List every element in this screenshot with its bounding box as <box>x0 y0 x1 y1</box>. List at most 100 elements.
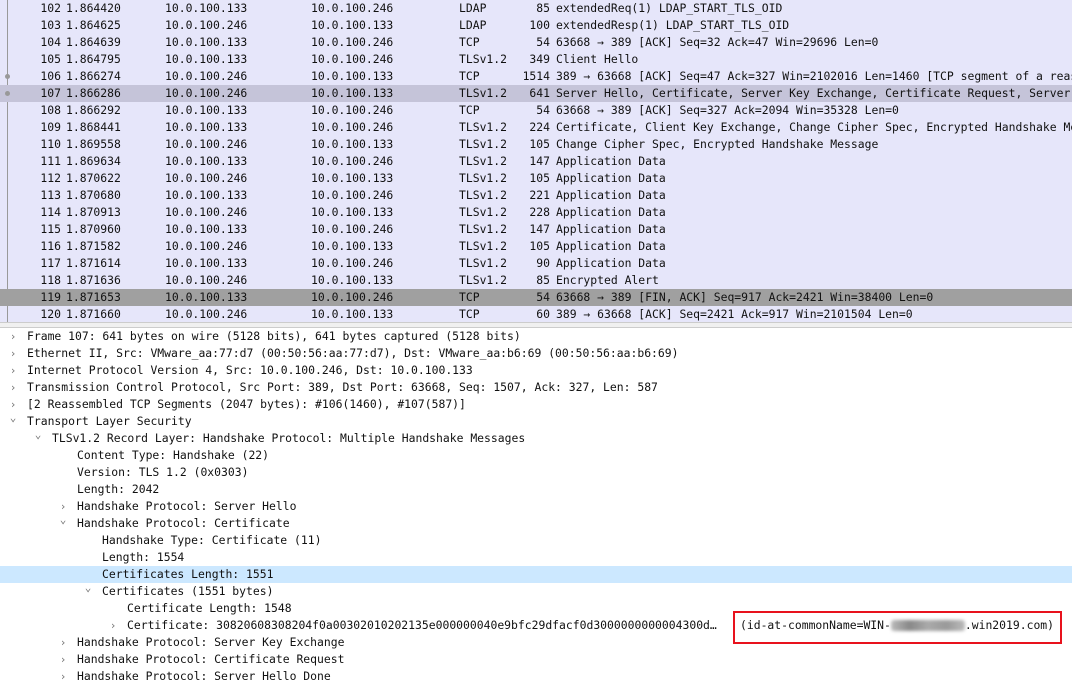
packet-src: 10.0.100.246 <box>165 171 248 185</box>
chevron-down-icon[interactable]: ⌄ <box>32 429 44 440</box>
tree-item[interactable]: › [2 Reassembled TCP Segments (2047 bytes… <box>0 396 1072 413</box>
packet-time: 1.871660 <box>66 307 121 321</box>
packet-dst: 10.0.100.133 <box>311 18 394 32</box>
packet-dst: 10.0.100.133 <box>311 137 394 151</box>
packet-info: 389 → 63668 [ACK] Seq=47 Ack=327 Win=210… <box>556 69 1072 83</box>
packet-src: 10.0.100.246 <box>165 239 248 253</box>
packet-row[interactable]: 109 1.868441 10.0.100.133 10.0.100.246 TLSv1… <box>0 119 1072 136</box>
packet-dst: 10.0.100.246 <box>311 154 394 168</box>
packet-len: 147 <box>529 154 550 168</box>
packet-row[interactable]: 111 1.869634 10.0.100.133 10.0.100.246 TLSv1… <box>0 153 1072 170</box>
packet-row[interactable]: 118 1.871636 10.0.100.246 10.0.100.133 TLSv1… <box>0 272 1072 289</box>
chevron-right-icon[interactable]: › <box>7 328 19 345</box>
tree-item[interactable]: ⌄ Handshake Protocol: Certificate <box>0 514 1072 532</box>
chevron-right-icon[interactable]: › <box>107 617 119 634</box>
packet-time: 1.864639 <box>66 35 121 49</box>
packet-no: 104 <box>40 35 61 49</box>
tree-item[interactable]: Certificates Length: 1551 <box>0 566 1072 583</box>
tree-item[interactable]: › Transmission Control Protocol, Src Port… <box>0 379 1072 396</box>
tree-item-label: Handshake Protocol: Server Key Exchange <box>77 635 345 649</box>
tree-item[interactable]: ⌄ Transport Layer Security <box>0 412 1072 430</box>
chevron-right-icon[interactable]: › <box>57 634 69 651</box>
packet-len: 147 <box>529 222 550 236</box>
packet-time: 1.870913 <box>66 205 121 219</box>
tree-item-label: Version: TLS 1.2 (0x0303) <box>77 465 249 479</box>
chevron-down-icon[interactable]: ⌄ <box>82 582 94 593</box>
packet-list[interactable]: 102 1.864420 10.0.100.133 10.0.100.246 LDAP 8… <box>0 0 1072 322</box>
tree-item-label: Handshake Protocol: Certificate Request <box>77 652 345 666</box>
annotation-highlight-box <box>733 611 1062 644</box>
packet-row[interactable]: 106 1.866274 10.0.100.246 10.0.100.133 TCP 15… <box>0 68 1072 85</box>
packet-row[interactable]: 112 1.870622 10.0.100.246 10.0.100.133 TLSv1… <box>0 170 1072 187</box>
packet-no: 106 <box>40 69 61 83</box>
tree-item-label: Internet Protocol Version 4, Src: 10.0.1… <box>27 363 473 377</box>
tree-item[interactable]: Length: 2042 <box>0 481 1072 498</box>
chevron-right-icon[interactable]: › <box>7 345 19 362</box>
tree-item-label: Handshake Protocol: Server Hello <box>77 499 297 513</box>
packet-time: 1.866286 <box>66 86 121 100</box>
packet-no: 114 <box>40 205 61 219</box>
packet-info: 63668 → 389 [ACK] Seq=32 Ack=47 Win=2969… <box>556 35 879 49</box>
tree-item[interactable]: Content Type: Handshake (22) <box>0 447 1072 464</box>
chevron-down-icon[interactable]: ⌄ <box>57 514 69 525</box>
packet-src: 10.0.100.133 <box>165 290 248 304</box>
packet-row[interactable]: 120 1.871660 10.0.100.246 10.0.100.133 TCP 60… <box>0 306 1072 322</box>
packet-src: 10.0.100.133 <box>165 120 248 134</box>
tree-item-label: Length: 1554 <box>102 550 185 564</box>
packet-no: 112 <box>40 171 61 185</box>
packet-dst: 10.0.100.133 <box>311 307 394 321</box>
packet-row[interactable]: 103 1.864625 10.0.100.246 10.0.100.133 LDAP 1… <box>0 17 1072 34</box>
chevron-right-icon[interactable]: › <box>7 362 19 379</box>
packet-proto: LDAP <box>459 1 487 15</box>
packet-row[interactable]: 102 1.864420 10.0.100.133 10.0.100.246 LDAP 8… <box>0 0 1072 17</box>
tree-item[interactable]: Handshake Type: Certificate (11) <box>0 532 1072 549</box>
packet-info: Client Hello <box>556 52 639 66</box>
packet-row[interactable]: 110 1.869558 10.0.100.246 10.0.100.133 TLSv1… <box>0 136 1072 153</box>
chevron-right-icon[interactable]: › <box>57 651 69 668</box>
packet-row[interactable]: 104 1.864639 10.0.100.133 10.0.100.246 TCP 54… <box>0 34 1072 51</box>
packet-proto: TLSv1.2 <box>459 171 508 185</box>
packet-row[interactable]: 119 1.871653 10.0.100.133 10.0.100.246 TCP 54… <box>0 289 1072 306</box>
packet-no: 103 <box>40 18 61 32</box>
packet-info: Application Data <box>556 239 666 253</box>
tree-item[interactable]: › Handshake Protocol: Server Hello <box>0 498 1072 515</box>
tree-item[interactable]: › Handshake Protocol: Server Hello Done <box>0 668 1072 685</box>
packet-row[interactable]: 113 1.870680 10.0.100.133 10.0.100.246 TLSv1… <box>0 187 1072 204</box>
packet-row[interactable]: 115 1.870960 10.0.100.133 10.0.100.246 TLSv1… <box>0 221 1072 238</box>
packet-info: Application Data <box>556 222 666 236</box>
packet-row[interactable]: 105 1.864795 10.0.100.133 10.0.100.246 TLSv1… <box>0 51 1072 68</box>
packet-row[interactable]: 108 1.866292 10.0.100.133 10.0.100.246 TCP 54… <box>0 102 1072 119</box>
packet-no: 102 <box>40 1 61 15</box>
tree-item[interactable]: › Handshake Protocol: Certificate Request <box>0 651 1072 668</box>
packet-time: 1.866292 <box>66 103 121 117</box>
chevron-right-icon[interactable]: › <box>57 668 69 685</box>
packet-row[interactable]: 114 1.870913 10.0.100.246 10.0.100.133 TLSv1… <box>0 204 1072 221</box>
packet-dst: 10.0.100.246 <box>311 222 394 236</box>
tree-item[interactable]: › Frame 107: 641 bytes on wire (5128 bits… <box>0 328 1072 345</box>
packet-src: 10.0.100.133 <box>165 35 248 49</box>
packet-len: 105 <box>529 137 550 151</box>
tree-item[interactable]: ⌄ TLSv1.2 Record Layer: Handshake Protoco… <box>0 429 1072 447</box>
packet-info: extendedResp(1) LDAP_START_TLS_OID <box>556 18 790 32</box>
packet-time: 1.864795 <box>66 52 121 66</box>
packet-info: Encrypted Alert <box>556 273 659 287</box>
packet-proto: TLSv1.2 <box>459 188 508 202</box>
packet-row[interactable]: 117 1.871614 10.0.100.133 10.0.100.246 TLSv1… <box>0 255 1072 272</box>
tree-item[interactable]: ⌄ Certificates (1551 bytes) <box>0 582 1072 600</box>
packet-time: 1.868441 <box>66 120 121 134</box>
packet-info: 389 → 63668 [ACK] Seq=2421 Ack=917 Win=2… <box>556 307 913 321</box>
packet-info: Application Data <box>556 205 666 219</box>
tree-item[interactable]: › Internet Protocol Version 4, Src: 10.0.… <box>0 362 1072 379</box>
tree-item[interactable]: Version: TLS 1.2 (0x0303) <box>0 464 1072 481</box>
chevron-right-icon[interactable]: › <box>7 379 19 396</box>
packet-row[interactable]: 107 1.866286 10.0.100.246 10.0.100.133 TLSv1… <box>0 85 1072 102</box>
packet-time: 1.869558 <box>66 137 121 151</box>
packet-no: 105 <box>40 52 61 66</box>
tree-item[interactable]: › Ethernet II, Src: VMware_aa:77:d7 (00:5… <box>0 345 1072 362</box>
tree-item[interactable]: Length: 1554 <box>0 549 1072 566</box>
packet-row[interactable]: 116 1.871582 10.0.100.246 10.0.100.133 TLSv1… <box>0 238 1072 255</box>
packet-len: 228 <box>529 205 550 219</box>
packet-dst: 10.0.100.246 <box>311 103 394 117</box>
packet-len: 54 <box>536 103 550 117</box>
chevron-down-icon[interactable]: ⌄ <box>7 412 19 423</box>
